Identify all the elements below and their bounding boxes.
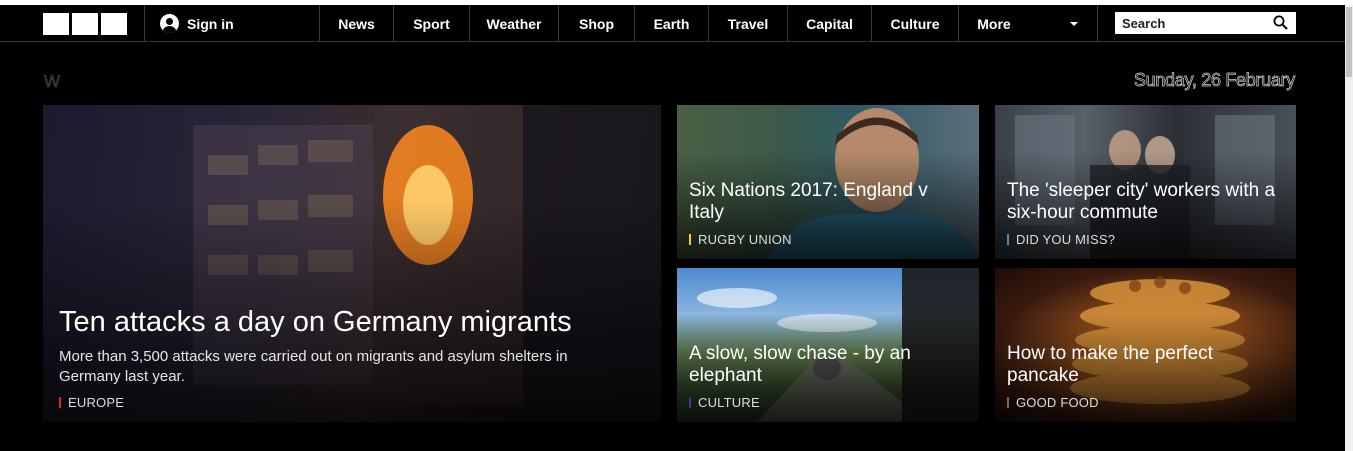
story-card-rugby[interactable]: Six Nations 2017: England v Italy RUGBY … <box>677 105 979 259</box>
user-icon <box>160 14 179 33</box>
card-tag[interactable]: CULTURE <box>689 395 967 410</box>
tag-bar <box>1007 234 1009 245</box>
chevron-down-icon[interactable] <box>1070 22 1078 26</box>
nav-item-culture[interactable]: Culture <box>872 5 958 42</box>
card-tag[interactable]: GOOD FOOD <box>1007 395 1284 410</box>
card-tag-label: GOOD FOOD <box>1016 395 1099 410</box>
vertical-scrollbar[interactable] <box>1345 5 1353 451</box>
nav-item-shop[interactable]: Shop <box>559 5 634 42</box>
current-date: Sunday, 26 February <box>1133 70 1296 91</box>
sign-in-link[interactable]: Sign in <box>160 5 234 42</box>
tag-bar <box>689 234 691 245</box>
card-tag-label: RUGBY UNION <box>698 232 792 247</box>
logo-block <box>43 13 69 35</box>
card-headline[interactable]: How to make the perfect pancake <box>1007 343 1284 387</box>
edition-label: W <box>44 72 61 92</box>
card-headline[interactable]: A slow, slow chase - by an elephant <box>689 343 967 387</box>
nav-item-earth[interactable]: Earth <box>635 5 708 42</box>
search-input[interactable] <box>1115 15 1265 31</box>
nav-item-more[interactable]: More <box>959 5 1029 42</box>
logo-block <box>72 13 98 35</box>
nav-item-travel[interactable]: Travel <box>709 5 787 42</box>
hero-summary: More than 3,500 attacks were carried out… <box>59 348 568 385</box>
card-text: The 'sleeper city' workers with a six-ho… <box>1007 180 1284 247</box>
story-card-sleeper-city[interactable]: The 'sleeper city' workers with a six-ho… <box>995 105 1296 259</box>
card-tag[interactable]: RUGBY UNION <box>689 232 967 247</box>
nav-item-capital[interactable]: Capital <box>788 5 871 42</box>
story-card-pancake[interactable]: How to make the perfect pancake GOOD FOO… <box>995 268 1296 422</box>
tag-bar <box>59 397 61 408</box>
card-tag-label: DID YOU MISS? <box>1016 232 1116 247</box>
hero-tag-label: EUROPE <box>68 395 125 410</box>
card-text: A slow, slow chase - by an elephant CULT… <box>689 343 967 410</box>
nav-item-sport[interactable]: Sport <box>394 5 469 42</box>
scrollbar-thumb[interactable] <box>1346 7 1352 77</box>
site-logo[interactable] <box>43 13 127 35</box>
card-text: Six Nations 2017: England v Italy RUGBY … <box>689 180 967 247</box>
card-text: How to make the perfect pancake GOOD FOO… <box>1007 343 1284 410</box>
search-icon[interactable] <box>1273 15 1288 30</box>
nav-divider <box>1097 5 1098 42</box>
nav-item-weather[interactable]: Weather <box>470 5 558 42</box>
card-headline[interactable]: Six Nations 2017: England v Italy <box>689 180 967 224</box>
nav-divider <box>144 5 145 42</box>
card-headline[interactable]: The 'sleeper city' workers with a six-ho… <box>1007 180 1284 224</box>
hero-tag[interactable]: EUROPE <box>59 395 649 410</box>
card-tag-label: CULTURE <box>698 395 760 410</box>
tag-bar <box>689 397 691 408</box>
search-box <box>1115 12 1296 34</box>
nav-item-news[interactable]: News <box>320 5 393 42</box>
hero-story-card[interactable]: Ten attacks a day on Germany migrants Mo… <box>43 105 661 422</box>
card-tag[interactable]: DID YOU MISS? <box>1007 232 1284 247</box>
hero-text: Ten attacks a day on Germany migrants Mo… <box>59 305 649 410</box>
story-card-elephant[interactable]: A slow, slow chase - by an elephant CULT… <box>677 268 979 422</box>
sign-in-label: Sign in <box>187 15 234 32</box>
tag-bar <box>1007 397 1009 408</box>
hero-headline[interactable]: Ten attacks a day on Germany migrants <box>59 305 649 339</box>
logo-block <box>101 13 127 35</box>
top-navigation: Sign in News Sport Weather Shop Earth Tr… <box>0 5 1345 42</box>
